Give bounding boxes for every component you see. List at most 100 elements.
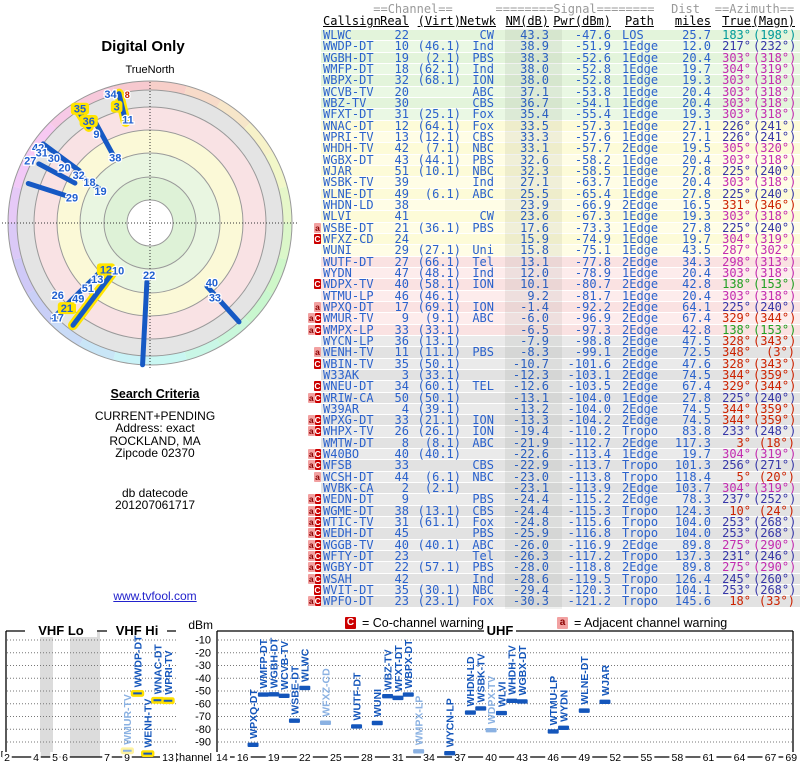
station-marker bbox=[413, 749, 425, 754]
adjacent-channel-warning-icon: a bbox=[314, 222, 321, 233]
vhf-channel-tick: 6 bbox=[62, 752, 68, 764]
co-channel-warning-icon: C bbox=[314, 381, 321, 392]
warning-flags bbox=[308, 438, 321, 448]
radar-channel-label: 10 bbox=[112, 265, 124, 277]
co-channel-warning-icon: C bbox=[314, 415, 321, 426]
radar-channel-label: 8 bbox=[125, 90, 130, 100]
co-channel-warning-icon: C bbox=[314, 313, 321, 324]
cell-true: 18° bbox=[729, 594, 751, 609]
uhf-channel-tick: 49 bbox=[578, 752, 590, 764]
warning-flags bbox=[308, 336, 321, 346]
station-marker bbox=[558, 725, 570, 731]
radar-channel-label: 38 bbox=[109, 153, 121, 165]
station-marker bbox=[247, 742, 259, 748]
search-criteria: Search Criteria CURRENT+PENDING Address:… bbox=[20, 388, 290, 512]
cell-netwk: ION bbox=[472, 277, 494, 292]
cell-pwr: -121.2 bbox=[567, 594, 611, 609]
dbm-tick-label: -80 bbox=[195, 724, 211, 736]
vhf-channel-tick: 13 bbox=[162, 752, 174, 764]
cell-netwk: Fox bbox=[472, 594, 494, 609]
warning-flags: aC bbox=[308, 551, 321, 562]
co-channel-warning-icon: C bbox=[314, 562, 321, 573]
warning-flags bbox=[308, 257, 321, 267]
uhf-channel-tick: 16 bbox=[237, 752, 249, 764]
signal-strength-charts: VHF Lo VHF Hi UHFdBm-10-20-30-40-50-60-70-… bbox=[1, 618, 800, 764]
azimuth-radar-chart: 34 83113536938423127 302032181929261721495… bbox=[2, 80, 298, 370]
warning-flags bbox=[308, 155, 321, 165]
radar-channel-label: 11 bbox=[122, 114, 134, 126]
radar-channel-label: 36 bbox=[83, 116, 95, 128]
co-channel-warning-icon: C bbox=[314, 573, 321, 584]
adjacent-channel-warning-icon: a bbox=[308, 313, 315, 324]
warning-flags: aC bbox=[308, 460, 321, 471]
radar-channel-label: 35 bbox=[74, 104, 86, 116]
vhf-channel-tick: 5 bbox=[52, 752, 58, 764]
warning-flags: C bbox=[308, 279, 321, 290]
warning-flags: C bbox=[308, 585, 321, 596]
dbm-tick-label: -20 bbox=[195, 647, 211, 659]
adjacent-channel-warning-icon: a bbox=[308, 505, 315, 516]
uhf-channel-tick: 69 bbox=[785, 752, 797, 764]
warning-flags: aC bbox=[308, 392, 321, 403]
tvfool-link[interactable]: www.tvfool.com bbox=[113, 589, 196, 603]
adjacent-channel-warning-icon: a bbox=[314, 347, 321, 358]
warning-flags: aC bbox=[308, 505, 321, 516]
criteria-line: Address: exact bbox=[115, 421, 195, 435]
dbm-tick-label: -40 bbox=[195, 673, 211, 685]
adjacent-channel-warning-icon: a bbox=[308, 551, 315, 562]
station-marker-label: WYDN bbox=[558, 690, 570, 722]
tvfool-report: Digital Only TrueNorth 34 8 3 11 35 36 9 38 42 31… bbox=[0, 0, 800, 768]
warning-flags: aC bbox=[308, 324, 321, 335]
radar-channel-label: 9 bbox=[93, 129, 99, 141]
cell-virt: (6.1) bbox=[424, 186, 461, 201]
table-row: C WVIT-DT 35 (30.1) NBC -29.4 -120.3 Tropo 104.1… bbox=[308, 584, 800, 597]
warning-flags bbox=[308, 75, 321, 85]
station-marker-label: WWDP-DT bbox=[132, 635, 144, 687]
warning-flags: a bbox=[308, 301, 321, 312]
cell-virt: (40.1) bbox=[417, 537, 461, 552]
warning-flags: aC bbox=[308, 562, 321, 573]
warning-flags bbox=[308, 291, 321, 301]
warning-flags bbox=[308, 121, 321, 131]
warning-flags: a bbox=[308, 222, 321, 233]
dbm-tick-label: -60 bbox=[195, 698, 211, 710]
radar-channel-label: 29 bbox=[66, 193, 78, 205]
radar-channel-label: 12 bbox=[100, 264, 112, 276]
station-marker-label: WMUR-TV bbox=[122, 694, 134, 745]
adjacent-channel-warning-icon: a bbox=[314, 471, 321, 482]
vhf-lo-label: VHF Lo bbox=[38, 623, 84, 638]
station-marker bbox=[392, 695, 404, 701]
station-marker bbox=[257, 692, 269, 697]
warning-flags bbox=[308, 177, 321, 187]
dbm-axis-title: dBm bbox=[188, 618, 213, 632]
station-marker bbox=[130, 690, 145, 697]
station-marker-label: WPRI-TV bbox=[163, 650, 175, 694]
warning-flags bbox=[308, 53, 321, 63]
adjacent-channel-warning-icon: a bbox=[308, 562, 315, 573]
station-marker bbox=[140, 750, 155, 758]
radar-channel-label: 34 bbox=[104, 89, 117, 101]
station-marker bbox=[268, 692, 280, 697]
station-marker bbox=[371, 720, 383, 726]
co-channel-warning-icon: C bbox=[314, 505, 321, 516]
table-row: a C WFSB 33 CBS -22.9 -113.7 Tropo 101.3 256° (271… bbox=[308, 460, 800, 472]
warning-flags: C bbox=[308, 381, 321, 392]
cell-virt: (23.1) bbox=[417, 594, 461, 609]
radar-channel-label: 27 bbox=[24, 156, 36, 168]
uhf-channel-tick: 22 bbox=[299, 752, 311, 764]
col-magn: (Magn) bbox=[751, 14, 795, 28]
warning-flags: aC bbox=[308, 426, 321, 437]
adjacent-channel-warning-icon: a bbox=[308, 460, 315, 471]
station-marker bbox=[278, 693, 290, 699]
page-title: Digital Only bbox=[101, 38, 185, 55]
station-marker-label: WMPX-LP bbox=[413, 696, 425, 746]
adjacent-channel-warning-icon: a bbox=[308, 449, 315, 460]
uhf-channel-tick: 14 bbox=[216, 752, 228, 764]
uhf-channel-tick: 40 bbox=[485, 752, 497, 764]
station-marker bbox=[382, 694, 394, 699]
warning-flags: aC bbox=[308, 313, 321, 324]
cell-real: 23 bbox=[394, 594, 409, 609]
co-channel-warning-icon: C bbox=[314, 449, 321, 460]
radar-channel-label: 33 bbox=[209, 293, 221, 305]
adjacent-channel-warning-icon: a bbox=[308, 392, 315, 403]
